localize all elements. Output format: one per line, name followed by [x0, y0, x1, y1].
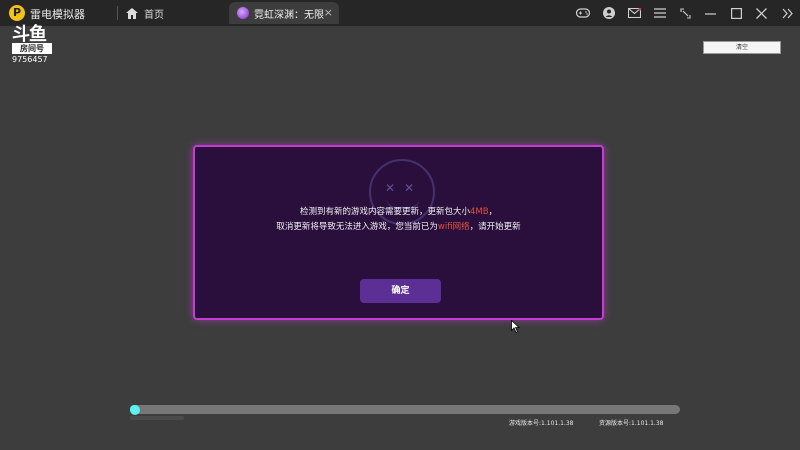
message-text: 检测到有新的游戏内容需要更新，更新包大小	[299, 207, 470, 217]
home-icon	[126, 7, 138, 19]
update-size: 4MB	[469, 207, 489, 217]
double-chevron-right-icon[interactable]	[775, 0, 800, 26]
tab-home-label: 首页	[144, 9, 164, 21]
title-bar: P 雷电模拟器 首页 霓虹深渊：无限 ×	[0, 0, 800, 26]
gamepad-icon[interactable]	[571, 0, 597, 26]
tab-game-label: 霓虹深渊：无限	[254, 9, 324, 21]
clear-button[interactable]: 清空	[703, 41, 781, 54]
dialog-message-line2: 取消更新将导致无法进入游戏，您当前已为wifi网络，请开始更新	[195, 220, 602, 232]
tab-close-icon[interactable]: ×	[324, 6, 333, 20]
confirm-button[interactable]: 确定	[360, 279, 441, 303]
message-text: 取消更新将导致无法进入游戏，您当前已为	[276, 222, 438, 232]
watermark-room-id: 9756457	[12, 55, 48, 64]
mail-icon[interactable]	[622, 0, 648, 26]
mouse-cursor-icon	[511, 318, 521, 337]
network-type: wifi网络	[437, 222, 470, 232]
update-progress-bar	[130, 404, 680, 415]
stream-watermark: 斗鱼 房间号 9756457	[12, 24, 58, 64]
message-text: ，请开始更新	[469, 222, 521, 232]
tab-game[interactable]: 霓虹深渊：无限 ×	[229, 2, 339, 24]
progress-knob	[130, 404, 140, 415]
resource-version: 资源版本号:1.101.1.38	[599, 420, 664, 427]
maximize-icon[interactable]	[724, 0, 750, 26]
title-separator	[117, 6, 118, 20]
app-logo-icon: P	[9, 5, 25, 21]
menu-icon[interactable]	[647, 0, 673, 26]
progress-secondary-bar	[130, 416, 184, 420]
user-avatar-icon[interactable]	[596, 0, 622, 26]
game-version: 游戏版本号:1.101.1.38	[509, 420, 574, 427]
watermark-logo: 斗鱼	[12, 24, 47, 45]
shrink-icon[interactable]	[673, 0, 699, 26]
dialog-message-line1: 检测到有新的游戏内容需要更新，更新包大小4MB，	[195, 205, 602, 217]
close-icon[interactable]	[749, 0, 775, 26]
tab-home[interactable]: 首页	[126, 0, 164, 26]
minimize-icon[interactable]	[698, 0, 724, 26]
window-controls	[571, 0, 800, 26]
message-punct: ，	[488, 207, 498, 217]
update-dialog: ✕ ✕ 检测到有新的游戏内容需要更新，更新包大小4MB， 取消更新将导致无法进入…	[193, 145, 604, 320]
app-title: 雷电模拟器	[30, 8, 85, 21]
game-icon	[237, 7, 249, 19]
